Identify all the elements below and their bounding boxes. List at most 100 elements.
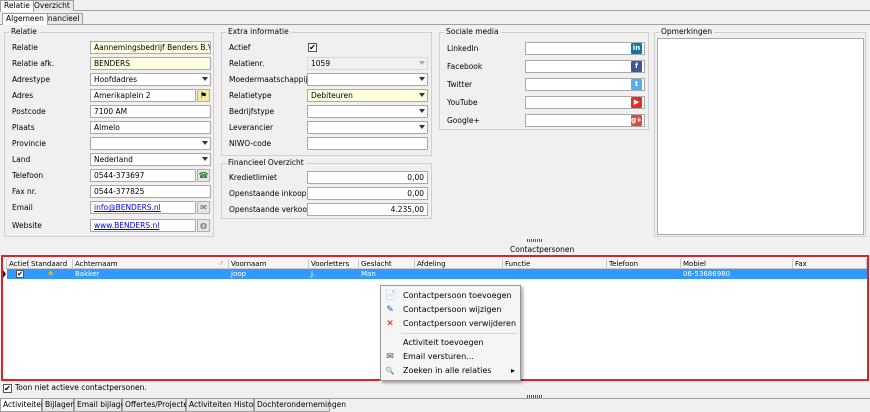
relatie-group-title: Relatie — [9, 27, 39, 36]
linkedin-icon[interactable]: in — [631, 43, 642, 54]
relatie-label: Relatie — [12, 43, 38, 52]
menu-item-contactpersoon-verwijderen[interactable]: ✕ Contactpersoon verwijderen — [381, 317, 520, 331]
chevron-down-icon — [202, 141, 208, 145]
column-header-afdeling[interactable]: Afdeling — [415, 259, 503, 269]
leverancier-select[interactable] — [307, 121, 428, 134]
relatie-input[interactable]: Aannemingsbedrijf Benders B.V. — [90, 41, 211, 54]
tab-email-bijlagen[interactable]: Email bijlagen — [74, 399, 130, 412]
land-label: Land — [12, 155, 31, 164]
land-value: Nederland — [94, 155, 133, 164]
tab-bijlagen[interactable]: Bijlagen — [42, 399, 75, 412]
toon-niet-actieve-checkbox[interactable]: ✔ — [3, 384, 12, 393]
google-plus-label: Google+ — [447, 116, 480, 125]
plaats-input[interactable]: Almelo — [90, 121, 211, 134]
menu-item-activiteit-toevoegen[interactable]: Activiteit toevoegen — [381, 336, 520, 350]
niwo-code-input[interactable] — [307, 137, 428, 150]
openstaande-verkoop-input[interactable]: 4.235,00 — [307, 203, 428, 216]
youtube-input[interactable] — [525, 96, 645, 109]
column-header-voorletters[interactable]: Voorletters — [309, 259, 359, 269]
youtube-icon[interactable]: ▶ — [631, 97, 642, 108]
facebook-input[interactable] — [525, 60, 645, 73]
relatietype-value: Debiteuren — [311, 91, 353, 100]
bottom-tab-bar: Activiteiten Bijlagen Email bijlagen Off… — [0, 398, 870, 412]
cell-voornaam: Joop — [231, 270, 247, 278]
moedermaatschappij-select[interactable] — [307, 73, 428, 86]
tab-activiteiten[interactable]: Activiteiten — [0, 399, 46, 412]
menu-item-label: Activiteit toevoegen — [403, 338, 484, 347]
table-row[interactable]: ✔ ★ Bakker Joop J. Man 06-53686980 — [7, 269, 867, 279]
cell-achternaam: Bakker — [75, 270, 100, 278]
tab-offertes-projecten[interactable]: Offertes/Projecten — [122, 399, 193, 412]
globe-icon[interactable]: ◍ — [197, 219, 210, 232]
bedrijfstype-select[interactable] — [307, 105, 428, 118]
current-row-arrow-icon — [3, 270, 6, 278]
column-header-standaard[interactable]: Standaard — [29, 259, 73, 269]
facebook-icon[interactable]: f — [631, 61, 642, 72]
leverancier-label: Leverancier — [229, 123, 274, 132]
column-header-mobiel[interactable]: Mobiel — [681, 259, 793, 269]
linkedin-input[interactable] — [525, 42, 645, 55]
opmerkingen-title: Opmerkingen — [659, 27, 714, 36]
twitter-icon[interactable]: t — [631, 79, 642, 90]
adrestype-select[interactable]: Hoofdadres — [90, 73, 211, 86]
adrestype-value: Hoofdadres — [94, 75, 138, 84]
land-select[interactable]: Nederland — [90, 153, 211, 166]
website-input[interactable]: www.BENDERS.nl — [90, 219, 196, 232]
fax-label: Fax nr. — [12, 187, 37, 196]
kredietlimiet-label: Kredietlimiet — [229, 173, 277, 182]
column-header-telefoon[interactable]: Telefoon — [607, 259, 681, 269]
sociale-media-title: Sociale media — [444, 27, 501, 36]
top-tab-bar: Relatie Overzicht — [0, 0, 870, 12]
chevron-down-icon — [419, 61, 425, 65]
relatie-afk-input[interactable]: BENDERS — [90, 57, 211, 70]
sort-indicator-icon: ⁄ — [221, 260, 223, 267]
column-header-fax[interactable]: Fax — [793, 259, 867, 269]
tab-dochterondernemingen[interactable]: Dochterondernemingen — [254, 399, 346, 412]
relatienr-label: Relatienr. — [229, 59, 265, 68]
youtube-label: YouTube — [447, 98, 478, 107]
phone-icon[interactable]: ☎ — [197, 169, 210, 182]
map-pin-icon[interactable]: ⚑ — [197, 89, 210, 102]
menu-item-zoeken-in-alle-relaties[interactable]: 🔍 Zoeken in alle relaties ▸ — [381, 364, 520, 378]
openstaande-inkoop-input[interactable]: 0,00 — [307, 187, 428, 200]
email-label: Email — [12, 203, 33, 212]
tab-algemeen[interactable]: Algemeen — [2, 13, 48, 25]
envelope-icon[interactable]: ✉ — [197, 201, 210, 214]
row-actief-checkbox[interactable]: ✔ — [16, 270, 24, 278]
search-icon: 🔍 — [385, 367, 395, 375]
menu-item-contactpersoon-toevoegen[interactable]: 📄 Contactpersoon toevoegen — [381, 289, 520, 303]
provincie-select[interactable] — [90, 137, 211, 150]
column-header-functie[interactable]: Functie — [503, 259, 607, 269]
twitter-input[interactable] — [525, 78, 645, 91]
moedermaatschappij-label: Moedermaatschappij — [229, 75, 308, 84]
chevron-down-icon — [202, 77, 208, 81]
menu-item-contactpersoon-wijzigen[interactable]: ✎ Contactpersoon wijzigen — [381, 303, 520, 317]
relatietype-select[interactable]: Debiteuren — [307, 89, 428, 102]
telefoon-input[interactable]: 0544-373697 — [90, 169, 196, 182]
splitter-grip[interactable] — [527, 239, 542, 242]
opmerkingen-textarea[interactable] — [657, 38, 864, 235]
menu-item-email-versturen[interactable]: ✉ Email versturen... — [381, 350, 520, 364]
column-header-voornaam[interactable]: Voornaam — [229, 259, 309, 269]
google-plus-input[interactable] — [525, 114, 645, 127]
column-header-actief[interactable]: Actief — [7, 259, 29, 269]
kredietlimiet-input[interactable]: 0,00 — [307, 171, 428, 184]
tab-activiteiten-historie[interactable]: Activiteiten Historie — [186, 399, 263, 412]
tab-relatie[interactable]: Relatie — [0, 0, 34, 12]
fax-input[interactable]: 0544-377825 — [90, 185, 211, 198]
adres-input[interactable]: Amerikaplein 2 — [90, 89, 196, 102]
menu-separator — [401, 333, 518, 334]
tab-overzicht[interactable]: Overzicht — [30, 0, 74, 11]
telefoon-label: Telefoon — [12, 171, 44, 180]
google-plus-icon[interactable]: g+ — [631, 115, 642, 126]
postcode-input[interactable]: 7100 AM — [90, 105, 211, 118]
openstaande-verkoop-label: Openstaande verkoop — [229, 205, 312, 214]
twitter-label: Twitter — [447, 80, 473, 89]
email-input[interactable]: info@BENDERS.nl — [90, 201, 196, 214]
adres-label: Adres — [12, 91, 34, 100]
column-header-achternaam[interactable]: Achternaam — [73, 259, 229, 269]
actief-checkbox[interactable]: ✔ — [308, 43, 317, 52]
column-header-geslacht[interactable]: Geslacht — [359, 259, 415, 269]
contactpersonen-title: Contactpersonen — [510, 245, 575, 254]
chevron-down-icon — [419, 93, 425, 97]
